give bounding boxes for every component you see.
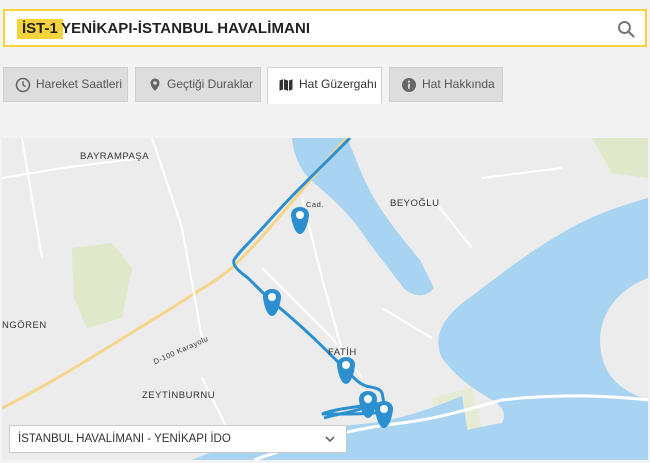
tab-schedule[interactable]: Hareket Saatleri <box>3 67 128 102</box>
district-label: ZEYTİNBURNU <box>142 390 216 401</box>
tab-about[interactable]: Hat Hakkında <box>389 67 503 102</box>
route-map[interactable]: BAYRAMPAŞA BEYOĞLU NGÖREN FATİH ZEYTİNBU… <box>2 138 648 460</box>
chevron-down-icon <box>325 436 335 443</box>
tab-stops[interactable]: Geçtiği Duraklar <box>135 67 261 102</box>
search-icon[interactable] <box>617 20 635 38</box>
district-label: NGÖREN <box>2 320 47 331</box>
map-icon <box>279 79 293 91</box>
tab-label: Hat Hakkında <box>422 77 495 91</box>
info-icon <box>402 78 416 92</box>
tab-label: Hat Güzergahı <box>299 77 378 91</box>
tab-bar: Hareket Saatleri Geçtiği Duraklar Hat Gü… <box>0 67 650 104</box>
map-canvas[interactable] <box>2 138 648 460</box>
district-label: BEYOĞLU <box>390 198 440 209</box>
district-label: FATİH <box>328 347 357 358</box>
tab-label: Geçtiği Duraklar <box>167 77 254 91</box>
road-label: Cad. <box>306 200 324 209</box>
tab-route-map[interactable]: Hat Güzergahı <box>267 67 382 104</box>
tab-label: Hareket Saatleri <box>36 77 123 91</box>
district-label: BAYRAMPAŞA <box>80 151 150 162</box>
direction-select[interactable]: İSTANBUL HAVALİMANI - YENİKAPI İDO <box>9 425 347 453</box>
map-pin-icon <box>150 78 160 91</box>
header-bar: İST-1 YENİKAPI-İSTANBUL HAVALİMANI <box>0 0 650 55</box>
direction-select-value: İSTANBUL HAVALİMANI - YENİKAPI İDO <box>18 433 231 445</box>
route-code-badge: İST-1 <box>17 19 63 39</box>
clock-icon <box>15 77 31 93</box>
route-title: YENİKAPI-İSTANBUL HAVALİMANI <box>61 20 311 37</box>
route-search-bar[interactable]: İST-1 YENİKAPI-İSTANBUL HAVALİMANI <box>3 9 647 47</box>
